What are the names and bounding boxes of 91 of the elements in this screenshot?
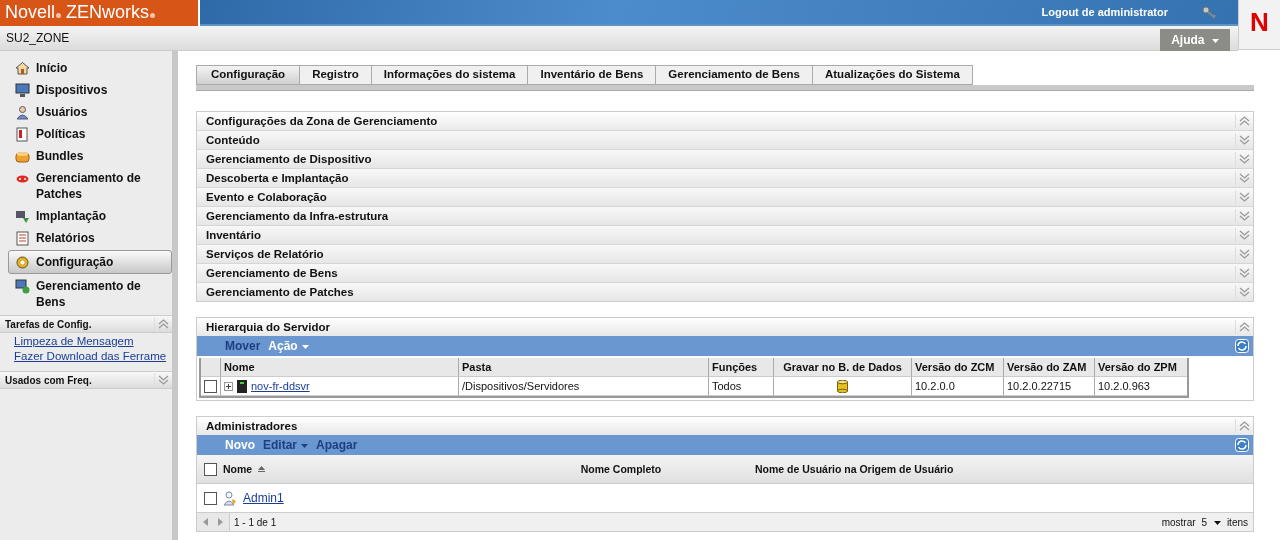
tab[interactable]: Registro: [300, 65, 372, 85]
section-header[interactable]: Gerenciamento de Patches: [197, 283, 1253, 301]
key-icon: [1202, 6, 1216, 18]
sidebar-item[interactable]: Configuração: [8, 250, 172, 274]
pager-buttons[interactable]: [197, 513, 230, 531]
page-size-dropdown[interactable]: 5: [1199, 516, 1223, 528]
section-title: Evento e Colaboração: [206, 191, 327, 203]
config-icon: [15, 255, 30, 270]
next-page-icon[interactable]: [217, 518, 223, 526]
column-header[interactable]: Nome: [223, 463, 253, 475]
column-header: Versão do ZAM: [1004, 358, 1095, 377]
caret-icon: [1211, 38, 1219, 43]
tab[interactable]: Configuração: [196, 65, 301, 85]
report-icon: [15, 231, 30, 246]
caret-icon: [1213, 520, 1221, 525]
sidebar-item[interactable]: Implantação: [0, 205, 172, 227]
previous-page-icon[interactable]: [203, 518, 209, 526]
section-title: Gerenciamento de Bens: [206, 267, 338, 279]
column-header: Versão do ZPM: [1095, 358, 1187, 377]
server-link[interactable]: nov-fr-ddsvr: [251, 380, 310, 392]
panel-title: Hierarquia do Servidor: [206, 321, 330, 333]
tab[interactable]: Inventário de Bens: [528, 65, 657, 85]
section-title: Serviços de Relatório: [206, 248, 324, 260]
sidebar-item[interactable]: Gerenciamento de Patches: [0, 167, 172, 205]
sidebar-item[interactable]: Usuários: [0, 101, 172, 123]
logout-link[interactable]: Logout de administrator: [1041, 6, 1168, 18]
server-icon: [237, 379, 247, 393]
section-header[interactable]: Serviços de Relatório: [197, 245, 1253, 264]
items-label: itens: [1226, 516, 1248, 528]
page-range: 1 - 1 de 1: [234, 516, 277, 528]
panel-title: Usados com Freq.: [5, 374, 92, 386]
bundle-icon: [15, 149, 30, 164]
column-header: Funções: [709, 358, 774, 377]
row-checkbox[interactable]: [204, 379, 217, 393]
task-link[interactable]: Limpeza de Mensagem: [0, 333, 172, 348]
home-icon: [15, 61, 30, 76]
section-title: Descoberta e Implantação: [206, 172, 349, 184]
sidebar-item[interactable]: Bundles: [0, 145, 172, 167]
section-header[interactable]: Descoberta e Implantação: [197, 169, 1253, 188]
table-cell: Todos: [709, 377, 774, 396]
panel-title: Administradores: [206, 420, 298, 432]
show-label: mostrar: [1161, 516, 1196, 528]
admin-user-icon: [223, 490, 237, 506]
column-header: Versão do ZCM: [912, 358, 1004, 377]
refresh-icon[interactable]: [1235, 339, 1249, 353]
user-icon: [15, 105, 30, 120]
table-cell: 10.2.0.963: [1095, 377, 1187, 396]
refresh-icon[interactable]: [1235, 438, 1249, 452]
section-title: Gerenciamento de Dispositivo: [206, 153, 372, 165]
table-cell: 10.2.0.0: [912, 377, 1004, 396]
select-all-checkbox[interactable]: [203, 462, 217, 476]
column-header[interactable]: Nome de Usuário na Origem de Usuário: [755, 463, 954, 475]
column-header: Pasta: [459, 358, 709, 377]
section-header[interactable]: Conteúdo: [197, 131, 1253, 150]
section-header[interactable]: Gerenciamento da Infra-estrutura: [197, 207, 1253, 226]
asset-icon: [15, 279, 30, 294]
section-title: Gerenciamento da Infra-estrutura: [206, 210, 389, 222]
sidebar-item[interactable]: Dispositivos: [0, 79, 172, 101]
tab[interactable]: Informações do sistema: [371, 65, 529, 85]
product-logo: Novell ZENworks: [0, 0, 200, 26]
section-header[interactable]: Inventário: [197, 226, 1253, 245]
column-header[interactable]: Nome Completo: [580, 463, 662, 475]
section-header[interactable]: Gerenciamento de Dispositivo: [197, 150, 1253, 169]
monitor-icon: [15, 83, 30, 98]
policy-icon: [15, 127, 30, 142]
tab[interactable]: Atualizações do Sistema: [813, 65, 973, 85]
section-title: Gerenciamento de Patches: [206, 286, 354, 298]
section-header[interactable]: Evento e Colaboração: [197, 188, 1253, 207]
sidebar-item[interactable]: Gerenciamento de Bens: [0, 275, 172, 313]
sidebar-item[interactable]: Início: [0, 57, 172, 79]
zone-name: SU2_ZONE: [5, 31, 70, 45]
panel-header[interactable]: Usados com Freq.: [0, 371, 172, 389]
tab[interactable]: Gerenciamento de Bens: [656, 65, 813, 85]
task-link[interactable]: Fazer Download das Ferrame: [0, 348, 172, 363]
section-title: Inventário: [206, 229, 261, 241]
section-header[interactable]: Configurações da Zona de Gerenciamento: [197, 112, 1253, 131]
panel-title: Tarefas de Config.: [5, 318, 92, 330]
admin-link[interactable]: Admin1: [243, 491, 284, 505]
section-title: Conteúdo: [206, 134, 260, 146]
table-cell: 10.2.0.22715: [1004, 377, 1095, 396]
sidebar-item[interactable]: Políticas: [0, 123, 172, 145]
panel-header[interactable]: Tarefas de Config.: [0, 315, 172, 333]
company-logo: N: [1238, 0, 1280, 50]
row-checkbox[interactable]: [203, 491, 217, 505]
sidebar-item[interactable]: Relatórios: [0, 227, 172, 249]
table-cell: /Dispositivos/Servidores: [459, 377, 709, 396]
column-header: Gravar no B. de Dados: [774, 358, 912, 377]
section-title: Configurações da Zona de Gerenciamento: [206, 115, 438, 127]
column-header: Nome: [221, 358, 459, 377]
section-header[interactable]: Gerenciamento de Bens: [197, 264, 1253, 283]
expand-tree-icon[interactable]: [224, 381, 233, 391]
